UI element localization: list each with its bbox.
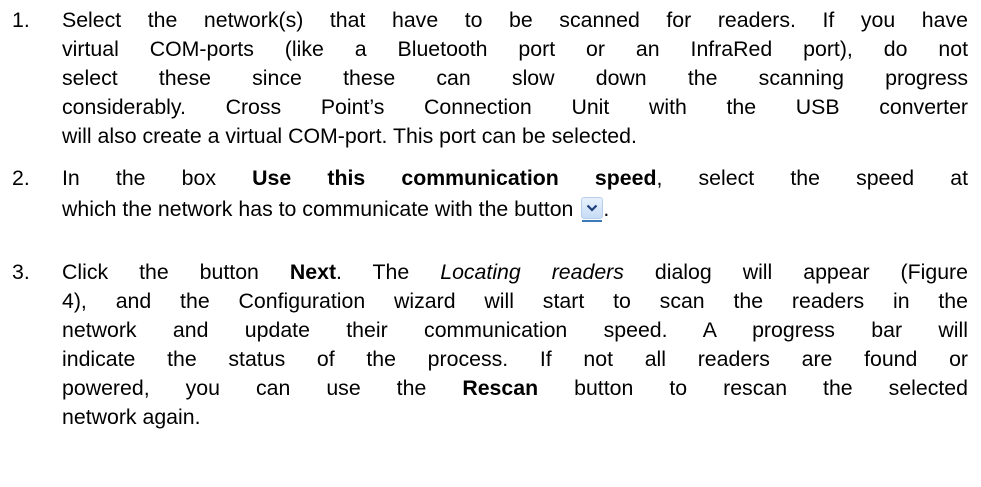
text-run: dialog will appear (Figure [623,260,968,284]
text-line: powered, you can use the Rescan button t… [62,374,968,403]
dropdown-button-image [581,197,604,222]
text-line: network again. [62,405,201,429]
text-line: select these since these can slow down t… [62,66,968,90]
text-run: which the network has to communicate wit… [62,197,580,221]
document-page: 1. Select the network(s) that have to be… [0,0,981,487]
text-run: . [603,197,610,221]
text-line: In the box Use this communication speed,… [62,164,968,193]
list-number: 2. [12,166,30,190]
ui-label-bold: Next [289,260,337,284]
text-line: network and update their communication s… [62,318,968,342]
text-line: Select the network(s) that have to be sc… [62,8,968,32]
list-item-text: In the box Use this communication speed,… [62,164,968,225]
text-run: In the box [62,166,253,190]
text-line: considerably. Cross Point’s Connection U… [62,95,968,119]
chevron-down-icon [587,204,598,212]
list-number: 1. [12,8,30,32]
text-line: virtual COM-ports (like a Bluetooth port… [62,37,968,61]
text-line: indicate the status of the process. If n… [62,347,968,371]
text-line: Click the button Next. The Locating read… [62,258,968,287]
text-run: button to rescan the selected [538,376,968,400]
text-run: . The [336,260,441,284]
text-run: , select the speed at [656,166,968,190]
text-line: which the network has to communicate wit… [62,193,968,225]
text-run: powered, you can use the [62,376,463,400]
dialog-name-italic: Locating readers [440,260,624,284]
list-item-text: Select the network(s) that have to be sc… [62,6,968,151]
text-line: 4), and the Configuration wizard will st… [62,289,968,313]
text-line: will also create a virtual COM-port. Thi… [62,124,637,148]
text-run: Click the button [62,260,290,284]
ui-label-bold: Rescan [462,376,539,400]
list-number: 3. [12,260,30,284]
list-item-text: Click the button Next. The Locating read… [62,258,968,432]
ui-label-bold: Use this communication speed [252,166,657,190]
